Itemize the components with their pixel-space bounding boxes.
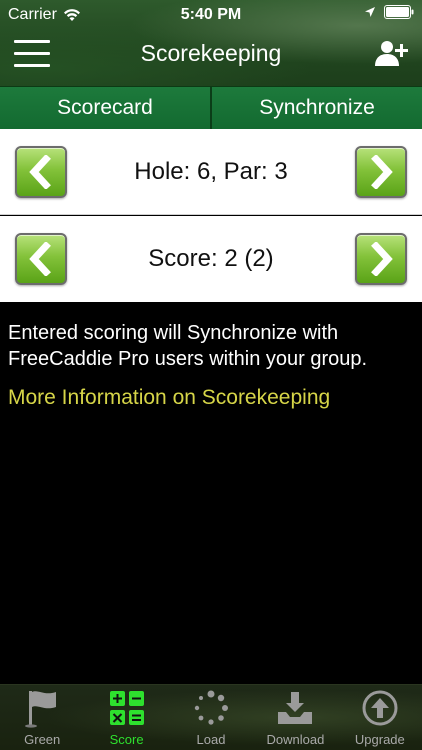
header-background: Carrier 5:40 PM Scorekeeping: [0, 0, 422, 86]
location-arrow-icon: [365, 7, 375, 17]
tab-score[interactable]: Score: [84, 685, 168, 750]
flag-icon: [25, 691, 57, 728]
segmented-control: Scorecard Synchronize: [0, 86, 422, 129]
score-label: Score: 2 (2): [148, 245, 274, 272]
status-time: 5:40 PM: [180, 6, 242, 23]
sync-message: Entered scoring will Synchronize with Fr…: [8, 322, 368, 370]
battery-icon: [384, 5, 414, 19]
add-user-button[interactable]: [374, 38, 410, 70]
spinner-icon: [194, 690, 229, 725]
tab-scorecard[interactable]: Scorecard: [0, 87, 210, 129]
decrease-score-button[interactable]: [15, 233, 67, 285]
hole-label: Hole: 6, Par: 3: [134, 157, 288, 185]
next-hole-button[interactable]: [355, 146, 407, 198]
tab-label: Score: [109, 732, 144, 747]
status-right: [364, 5, 414, 19]
tab-label: Green: [24, 732, 61, 747]
hole-row: Hole: 6, Par: 3: [0, 129, 422, 215]
add-user-icon: [375, 41, 408, 66]
page-title: Scorekeeping: [140, 40, 282, 66]
tab-bar: Green Score Load Download Upgrade: [0, 684, 422, 750]
tab-label: Load: [196, 732, 226, 747]
info-section: Entered scoring will Synchronize with Fr…: [8, 320, 418, 410]
increase-score-button[interactable]: [355, 233, 407, 285]
tab-label: Download: [266, 732, 325, 747]
tab-upgrade[interactable]: Upgrade: [338, 685, 422, 750]
score-row: Score: 2 (2): [0, 216, 422, 302]
tab-load[interactable]: Load: [169, 685, 253, 750]
previous-hole-button[interactable]: [15, 146, 67, 198]
tab-label: Upgrade: [354, 732, 405, 747]
status-bar: Carrier 5:40 PM: [0, 0, 422, 30]
download-tray-icon: [278, 692, 313, 724]
tab-green[interactable]: Green: [0, 685, 84, 750]
up-arrow-circle-icon: [362, 690, 398, 726]
tab-synchronize[interactable]: Synchronize: [210, 87, 422, 129]
chevron-right-icon: [371, 155, 393, 189]
more-info-link[interactable]: More Information on Scorekeeping: [8, 386, 330, 410]
chevron-right-icon: [371, 242, 393, 276]
chevron-left-icon: [29, 155, 51, 189]
chevron-left-icon: [29, 242, 51, 276]
calculator-icon: [109, 691, 144, 725]
tab-download[interactable]: Download: [253, 685, 337, 750]
nav-bar: Scorekeeping: [0, 30, 422, 86]
